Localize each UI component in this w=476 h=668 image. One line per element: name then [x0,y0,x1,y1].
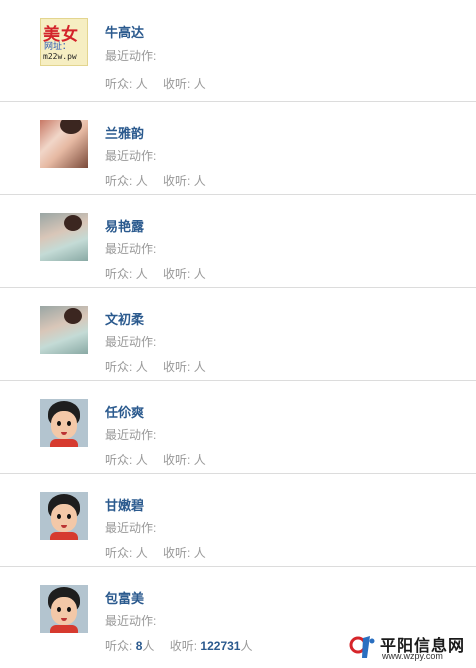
following-unit: 人 [193,267,206,281]
listeners-unit: 人 [142,639,155,653]
site-watermark: 平阳信息网 www.wzpy.com [348,632,468,662]
user-name-link[interactable]: 兰雅韵 [105,123,144,142]
recent-action-label: 最近动作: [105,335,157,349]
avatar-eye [57,607,61,612]
user-name-link[interactable]: 牛高达 [105,22,144,41]
avatar-shirt [50,625,78,633]
watermark-logo-icon [349,636,375,658]
list-item: 文初柔 最近动作: 听众: 人 收听: 人 [0,287,476,380]
avatar[interactable] [40,399,88,447]
user-stats: 听众: 人 收听: 人 [105,75,206,92]
avatar[interactable] [40,306,88,354]
following-unit: 人 [193,77,206,91]
following-unit: 人 [193,174,206,188]
following-label: 收听: [163,174,191,188]
user-list: 美女 网址： m22w.pw 牛高达 最近动作: 听众: 人 收听: 人 兰雅韵… [0,0,476,659]
following-label: 收听: [169,639,198,653]
list-item: 易艳露 最近动作: 听众: 人 收听: 人 [0,194,476,287]
user-stats: 听众: 8人 收听: 122731人 [105,637,252,654]
following-unit: 人 [193,546,206,560]
following-label: 收听: [163,267,191,281]
avatar-photo [60,120,82,134]
avatar[interactable]: 美女 网址： m22w.pw [40,18,88,66]
avatar-ad-url: m22w.pw [43,52,77,61]
listeners-unit: 人 [135,546,148,560]
watermark-url: www.wzpy.com [382,651,443,661]
user-name-link[interactable]: 任伱爽 [105,402,144,421]
avatar-photo [64,308,82,324]
recent-action-label: 最近动作: [105,242,157,256]
following-count: 122731 [200,639,241,653]
recent-action-label: 最近动作: [105,149,157,163]
avatar-ad-label: 网址： [44,41,72,51]
user-stats: 听众: 人 收听: 人 [105,172,206,189]
following-label: 收听: [163,546,191,560]
listeners-unit: 人 [135,267,148,281]
list-item: 美女 网址： m22w.pw 牛高达 最近动作: 听众: 人 收听: 人 [0,0,476,102]
avatar-photo [64,215,82,231]
user-name-link[interactable]: 文初柔 [105,309,144,328]
avatar-eye [67,607,71,612]
avatar[interactable] [40,120,88,168]
following-label: 收听: [163,453,191,467]
user-stats: 听众: 人 收听: 人 [105,451,206,468]
listeners-label: 听众: [105,174,133,188]
avatar-eye [57,421,61,426]
recent-action-label: 最近动作: [105,521,157,535]
list-item: 兰雅韵 最近动作: 听众: 人 收听: 人 [0,102,476,194]
recent-action-label: 最近动作: [105,428,157,442]
listeners-unit: 人 [135,174,148,188]
following-unit: 人 [193,360,206,374]
avatar[interactable] [40,585,88,633]
avatar[interactable] [40,492,88,540]
user-stats: 听众: 人 收听: 人 [105,358,206,375]
avatar-shirt [50,439,78,447]
user-name-link[interactable]: 易艳露 [105,216,144,235]
list-item: 甘嫩碧 最近动作: 听众: 人 收听: 人 [0,473,476,566]
list-item: 任伱爽 最近动作: 听众: 人 收听: 人 [0,380,476,473]
following-label: 收听: [163,360,191,374]
following-unit: 人 [193,453,206,467]
avatar-eye [57,514,61,519]
user-stats: 听众: 人 收听: 人 [105,265,206,282]
listeners-label: 听众: [105,77,133,91]
recent-action-label: 最近动作: [105,614,157,628]
listeners-label: 听众: [105,360,133,374]
user-name-link[interactable]: 甘嫩碧 [105,495,144,514]
listeners-label: 听众: [105,453,133,467]
listeners-unit: 人 [135,360,148,374]
listeners-label: 听众: [105,546,133,560]
recent-action-label: 最近动作: [105,49,157,63]
listeners-unit: 人 [135,453,148,467]
user-stats: 听众: 人 收听: 人 [105,544,206,561]
listeners-label: 听众: [105,639,133,653]
listeners-unit: 人 [135,77,148,91]
following-unit: 人 [240,639,253,653]
avatar-shirt [50,532,78,540]
avatar-eye [67,514,71,519]
following-label: 收听: [163,77,191,91]
user-name-link[interactable]: 包富美 [105,588,144,607]
avatar-eye [67,421,71,426]
listeners-label: 听众: [105,267,133,281]
avatar[interactable] [40,213,88,261]
